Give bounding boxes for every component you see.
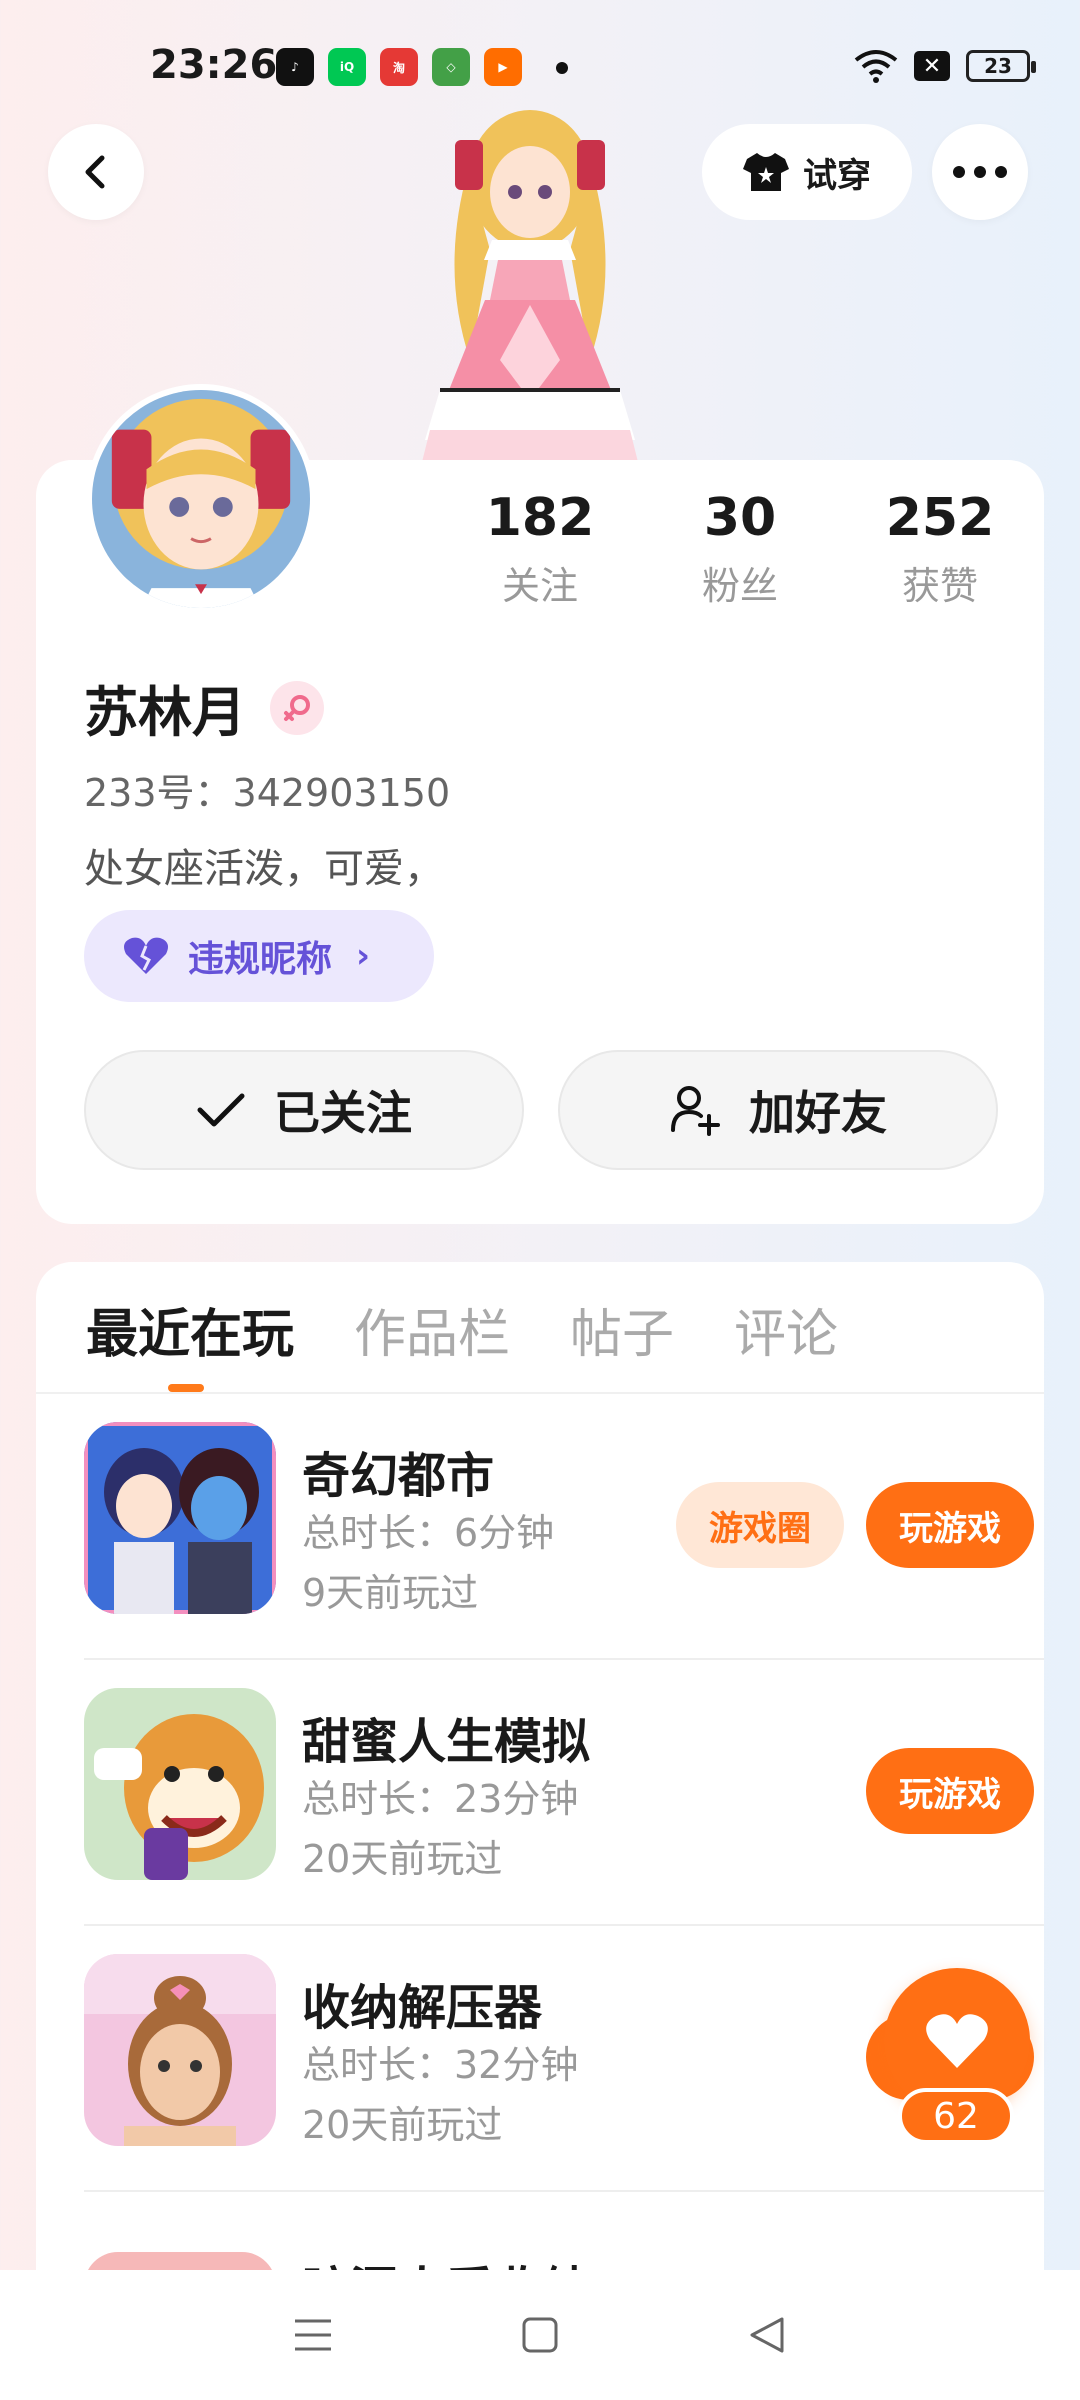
followers-label: 粉丝 <box>701 564 778 609</box>
chevron-left-icon <box>85 155 105 189</box>
row-divider <box>84 2190 1044 2192</box>
home-square-icon <box>522 2317 558 2353</box>
game-thumbnail <box>84 1954 276 2146</box>
followed-button[interactable]: 已关注 <box>84 1050 524 1170</box>
game-title: 收纳解压器 <box>302 1980 543 2036</box>
followers-stat[interactable]: 30 粉丝 <box>640 488 840 610</box>
checkmark-icon <box>197 1093 245 1127</box>
system-nav-bar <box>0 2270 1080 2400</box>
more-dots-icon <box>953 166 1007 178</box>
game-last-played: 20天前玩过 <box>302 2103 503 2147</box>
row-divider <box>84 1924 1044 1926</box>
game-last-played: 9天前玩过 <box>302 1571 479 1615</box>
game-title: 奇幻都市 <box>302 1448 495 1504</box>
tab-posts[interactable]: 帖子 <box>570 1292 674 1367</box>
add-friend-label: 加好友 <box>749 1086 887 1140</box>
battery-icon: 23 <box>966 50 1036 82</box>
sim-off-icon: ✕ <box>914 51 950 81</box>
notification-dot-icon <box>556 62 568 74</box>
user-bio: 处女座活泼，可爱， <box>84 846 444 892</box>
violation-nickname-tag[interactable]: 违规昵称 › <box>84 910 434 1002</box>
broken-heart-icon <box>124 937 168 974</box>
female-gender-icon <box>270 680 324 735</box>
row-divider <box>84 1658 1044 1660</box>
game-row[interactable]: 甜蜜人生模拟 总时长：23分钟 20天前玩过 玩游戏 <box>84 1662 1044 1926</box>
username: 苏林月 <box>84 668 324 747</box>
tabs-divider <box>36 1392 1044 1394</box>
active-tab-indicator <box>168 1384 204 1392</box>
kuaishou-icon: ▶ <box>484 48 522 86</box>
add-friend-button[interactable]: 加好友 <box>558 1050 998 1170</box>
chevron-right-icon: › <box>356 936 371 976</box>
nav-back-button[interactable] <box>737 2305 797 2365</box>
likes-stat[interactable]: 252 获赞 <box>840 488 1040 610</box>
like-count-badge: 62 <box>898 2088 1014 2144</box>
following-label: 关注 <box>501 564 578 609</box>
following-count: 182 <box>485 488 595 548</box>
status-time: 23:26 <box>150 42 278 88</box>
game-duration: 总时长：32分钟 <box>302 2043 579 2087</box>
followed-label: 已关注 <box>274 1086 412 1140</box>
game-row[interactable]: 奇幻都市 总时长：6分钟 9天前玩过 游戏圈 玩游戏 <box>84 1396 1044 1660</box>
heart-icon <box>926 2014 988 2068</box>
username-text: 苏林月 <box>84 681 246 744</box>
game-duration: 总时长：23分钟 <box>302 1777 579 1821</box>
game-thumbnail <box>84 1688 276 1880</box>
notification-icons: ♪ iQ 淘 ◇ ▶ <box>276 48 522 86</box>
avatar[interactable] <box>86 384 316 614</box>
game-last-played: 20天前玩过 <box>302 1837 503 1881</box>
followers-count: 30 <box>703 488 777 548</box>
following-stat[interactable]: 182 关注 <box>440 488 640 610</box>
profile-tabs: 最近在玩 作品栏 帖子 评论 <box>86 1292 838 1367</box>
game-title: 甜蜜人生模拟 <box>302 1714 591 1770</box>
likes-count: 252 <box>885 488 995 548</box>
character-avatar-figure <box>420 110 640 470</box>
taobao-icon: 淘 <box>380 48 418 86</box>
back-triangle-icon <box>750 2317 784 2353</box>
user-id: 233号：342903150 <box>84 771 451 815</box>
tab-comments[interactable]: 评论 <box>734 1292 838 1367</box>
add-user-icon <box>671 1086 720 1136</box>
shirt-icon <box>743 153 789 191</box>
play-game-button[interactable]: 玩游戏 <box>866 1748 1034 1834</box>
play-game-button[interactable]: 玩游戏 <box>866 1482 1034 1568</box>
more-options-button[interactable] <box>932 124 1028 220</box>
nav-home-button[interactable] <box>510 2305 570 2365</box>
menu-icon <box>295 2319 332 2351</box>
avatar-image <box>92 390 310 608</box>
tiktok-icon: ♪ <box>276 48 314 86</box>
game-circle-button[interactable]: 游戏圈 <box>676 1482 844 1568</box>
try-on-label: 试穿 <box>803 155 871 196</box>
game-duration: 总时长：6分钟 <box>302 1511 555 1555</box>
try-on-button[interactable]: 试穿 <box>702 124 912 220</box>
likes-label: 获赞 <box>901 564 978 609</box>
tab-recently-played[interactable]: 最近在玩 <box>86 1292 294 1367</box>
back-button[interactable] <box>48 124 144 220</box>
profile-stats: 182 关注 30 粉丝 252 获赞 <box>440 488 1040 610</box>
tab-works[interactable]: 作品栏 <box>354 1292 510 1367</box>
recent-games-card: 最近在玩 作品栏 帖子 评论 奇幻都市 总时长：6分钟 9天前玩过 游戏圈 玩游… <box>36 1262 1044 2400</box>
game-thumbnail <box>84 1422 276 1614</box>
green-app-icon: ◇ <box>432 48 470 86</box>
violation-label: 违规昵称 <box>188 939 333 980</box>
wifi-icon <box>854 50 898 83</box>
iqiyi-icon: iQ <box>328 48 366 86</box>
nav-menu-button[interactable] <box>283 2305 343 2365</box>
